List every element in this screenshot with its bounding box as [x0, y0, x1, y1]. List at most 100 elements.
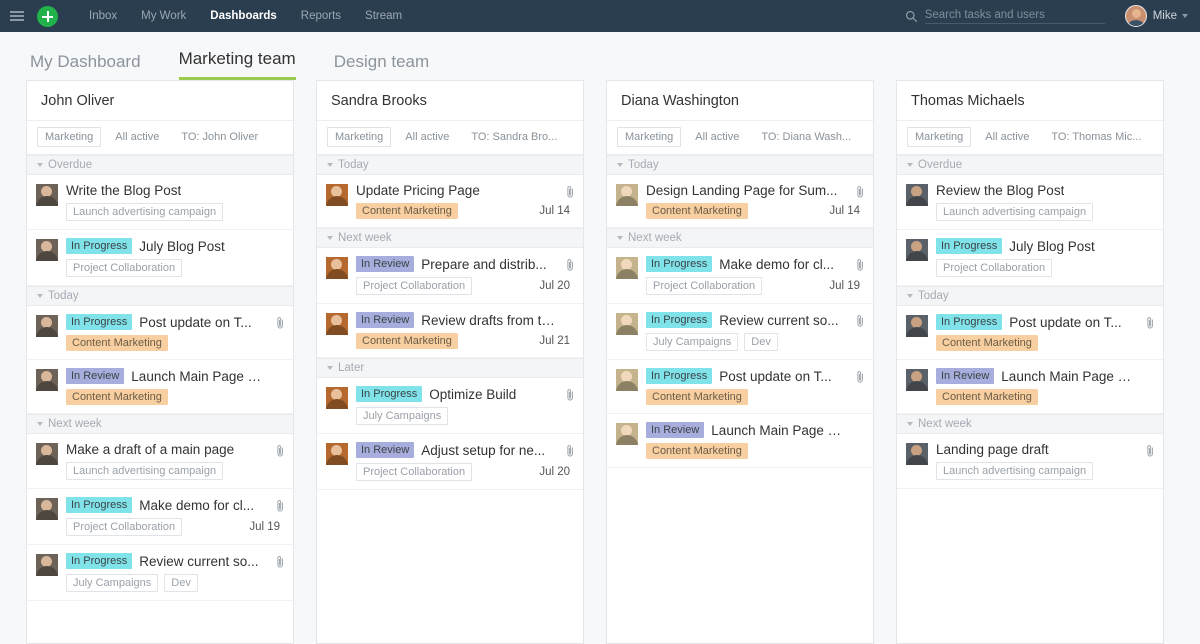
filter-chip[interactable]: TO: Thomas Mic... [1043, 127, 1150, 147]
task-row[interactable]: In Progress July Blog Post Project Collabo… [27, 230, 293, 286]
filter-chip[interactable]: Marketing [907, 127, 972, 147]
task-row[interactable]: Design Landing Page for Sum... Content Ma… [607, 175, 873, 228]
section-header[interactable]: Next week [27, 414, 293, 434]
status-badge[interactable]: In Review [356, 312, 415, 328]
status-badge[interactable]: In Review [936, 368, 995, 384]
task-tag[interactable]: Content Marketing [356, 203, 458, 219]
status-badge[interactable]: In Progress [356, 386, 423, 402]
task-tag[interactable]: Project Collaboration [646, 277, 763, 295]
attachment-icon[interactable] [856, 370, 865, 384]
task-row[interactable]: In Progress July Blog Post Project Collabo… [897, 230, 1163, 286]
task-row[interactable]: In Review Launch Main Page Ex... Content M… [27, 360, 293, 414]
task-tag[interactable]: Content Marketing [936, 389, 1038, 405]
task-tag[interactable]: Launch advertising campaign [66, 462, 224, 480]
attachment-icon[interactable] [856, 258, 865, 272]
status-badge[interactable]: In Review [66, 368, 125, 384]
filter-chip[interactable]: Marketing [327, 127, 392, 147]
attachment-icon[interactable] [566, 185, 575, 199]
status-badge[interactable]: In Progress [646, 312, 713, 328]
task-tag[interactable]: Content Marketing [356, 333, 458, 349]
task-tag[interactable]: Content Marketing [66, 389, 168, 405]
status-badge[interactable]: In Progress [646, 368, 713, 384]
task-tag[interactable]: July Campaigns [646, 333, 739, 351]
filter-chip[interactable]: Marketing [617, 127, 682, 147]
task-row[interactable]: In Review Adjust setup for ne... Project C… [317, 434, 583, 490]
task-title[interactable]: Launch Main Page Ex... [1001, 369, 1138, 384]
section-header[interactable]: Later [317, 358, 583, 378]
task-title[interactable]: Make demo for cl... [719, 257, 834, 272]
search-input[interactable] [924, 8, 1105, 24]
task-row[interactable]: In Progress Post update on T... Content Ma… [607, 360, 873, 414]
task-title[interactable]: July Blog Post [139, 239, 225, 254]
status-badge[interactable]: In Progress [66, 314, 133, 330]
nav-item-stream[interactable]: Stream [353, 0, 414, 32]
task-title[interactable]: Optimize Build [429, 387, 516, 402]
task-title[interactable]: Post update on T... [719, 369, 831, 384]
section-header[interactable]: Today [607, 155, 873, 175]
filter-chip[interactable]: TO: John Oliver [173, 127, 267, 147]
task-tag[interactable]: Launch advertising campaign [936, 462, 1094, 480]
attachment-icon[interactable] [566, 388, 575, 402]
task-tag[interactable]: Content Marketing [646, 389, 748, 405]
task-title[interactable]: Post update on T... [139, 315, 251, 330]
section-header[interactable]: Overdue [897, 155, 1163, 175]
tab-design-team[interactable]: Design team [334, 52, 429, 80]
status-badge[interactable]: In Progress [936, 238, 1003, 254]
task-tag[interactable]: Dev [744, 333, 778, 351]
task-row[interactable]: In Review Prepare and distrib... Project C… [317, 248, 583, 304]
attachment-icon[interactable] [276, 499, 285, 513]
status-badge[interactable]: In Progress [646, 256, 713, 272]
filter-chip[interactable]: All active [397, 127, 458, 147]
attachment-icon[interactable] [1146, 316, 1155, 330]
search-box[interactable] [905, 8, 1105, 24]
task-title[interactable]: Write the Blog Post [66, 183, 181, 198]
task-row[interactable]: In Progress Optimize Build July Campaigns [317, 378, 583, 434]
task-title[interactable]: Make a draft of a main page [66, 442, 234, 457]
task-title[interactable]: July Blog Post [1009, 239, 1095, 254]
filter-chip[interactable]: Marketing [37, 127, 102, 147]
status-badge[interactable]: In Review [356, 442, 415, 458]
filter-chip[interactable]: TO: Diana Wash... [753, 127, 860, 147]
filter-chip[interactable]: All active [977, 127, 1038, 147]
nav-item-my-work[interactable]: My Work [129, 0, 198, 32]
task-tag[interactable]: Launch advertising campaign [66, 203, 224, 221]
section-header[interactable]: Next week [607, 228, 873, 248]
task-row[interactable]: Make a draft of a main page Launch advert… [27, 434, 293, 489]
task-title[interactable]: Make demo for cl... [139, 498, 254, 513]
task-title[interactable]: Post update on T... [1009, 315, 1121, 330]
status-badge[interactable]: In Review [356, 256, 415, 272]
task-title[interactable]: Review drafts from th... [421, 313, 558, 328]
task-tag[interactable]: Launch advertising campaign [936, 203, 1094, 221]
task-title[interactable]: Prepare and distrib... [421, 257, 546, 272]
task-row[interactable]: In Progress Review current so... July Camp… [607, 304, 873, 360]
task-row[interactable]: In Review Launch Main Page Ex... Content M… [607, 414, 873, 468]
task-tag[interactable]: Project Collaboration [66, 259, 183, 277]
task-tag[interactable]: Project Collaboration [66, 518, 183, 536]
task-title[interactable]: Review current so... [139, 554, 258, 569]
task-row[interactable]: Update Pricing Page Content Marketing Jul … [317, 175, 583, 228]
task-row[interactable]: Landing page draft Launch advertising cam… [897, 434, 1163, 489]
task-title[interactable]: Review current so... [719, 313, 838, 328]
task-tag[interactable]: July Campaigns [356, 407, 449, 425]
status-badge[interactable]: In Review [646, 422, 705, 438]
task-tag[interactable]: Dev [164, 574, 198, 592]
task-tag[interactable]: Content Marketing [646, 203, 748, 219]
hamburger-menu-icon[interactable] [10, 9, 24, 23]
section-header[interactable]: Today [27, 286, 293, 306]
task-row[interactable]: Write the Blog Post Launch advertising ca… [27, 175, 293, 230]
attachment-icon[interactable] [856, 185, 865, 199]
filter-chip[interactable]: All active [687, 127, 748, 147]
nav-item-reports[interactable]: Reports [289, 0, 353, 32]
task-title[interactable]: Review the Blog Post [936, 183, 1064, 198]
task-row[interactable]: In Progress Post update on T... Content Ma… [897, 306, 1163, 360]
filter-chip[interactable]: TO: Sandra Bro... [463, 127, 566, 147]
task-row[interactable]: In Progress Review current so... July Camp… [27, 545, 293, 601]
attachment-icon[interactable] [276, 555, 285, 569]
task-tag[interactable]: July Campaigns [66, 574, 159, 592]
user-menu[interactable]: Mike [1124, 5, 1188, 27]
task-row[interactable]: In Review Launch Main Page Ex... Content M… [897, 360, 1163, 414]
task-title[interactable]: Adjust setup for ne... [421, 443, 545, 458]
task-tag[interactable]: Project Collaboration [936, 259, 1053, 277]
section-header[interactable]: Next week [897, 414, 1163, 434]
status-badge[interactable]: In Progress [66, 238, 133, 254]
